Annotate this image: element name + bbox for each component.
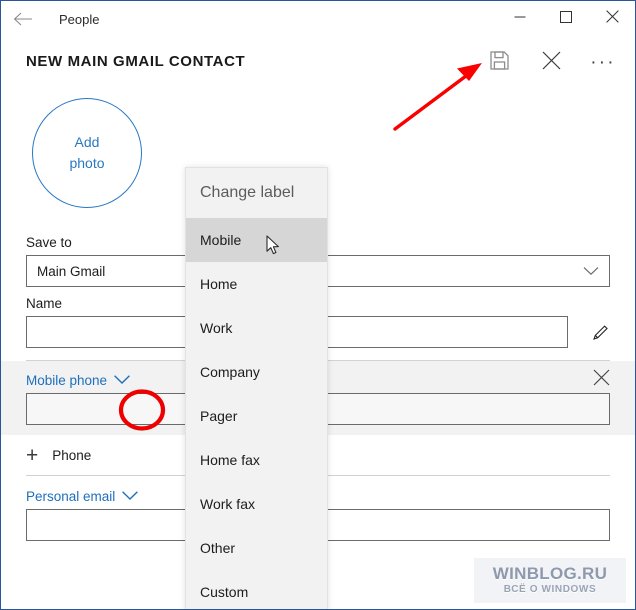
flyout-item-work-fax[interactable]: Work fax — [186, 482, 327, 526]
flyout-item-label: Other — [200, 540, 236, 556]
chevron-down-icon — [113, 373, 131, 388]
page-title: NEW MAIN GMAIL CONTACT — [26, 53, 246, 70]
chevron-down-icon — [121, 489, 139, 504]
add-photo-label-line1: Add — [74, 134, 100, 150]
flyout-item-company[interactable]: Company — [186, 350, 327, 394]
watermark: WINBLOG.RU ВСЁ О WINDOWS — [474, 558, 626, 603]
flyout-item-label: Custom — [200, 584, 249, 600]
close-icon — [605, 10, 619, 28]
people-app-window: People NEW MAIN GMAIL CONTACT ··· Add ph… — [0, 0, 636, 610]
maximize-button[interactable] — [543, 1, 589, 37]
personal-email-label: Personal email — [26, 489, 116, 504]
flyout-item-label: Home — [200, 276, 238, 292]
flyout-item-label: Work — [200, 320, 233, 336]
add-photo-label-line2: photo — [69, 155, 105, 171]
save-floppy-icon — [489, 51, 509, 75]
flyout-item-home[interactable]: Home — [186, 262, 327, 306]
close-x-icon — [593, 369, 610, 390]
mouse-cursor-icon — [266, 235, 282, 262]
title-bar: People — [1, 1, 635, 37]
more-ellipsis-icon: ··· — [590, 52, 616, 73]
flyout-item-label: Work fax — [200, 496, 255, 512]
pencil-edit-icon[interactable] — [591, 323, 610, 347]
flyout-item-other[interactable]: Other — [186, 526, 327, 570]
watermark-line2: ВСЁ О WINDOWS — [503, 584, 597, 595]
flyout-item-pager[interactable]: Pager — [186, 394, 327, 438]
save-button[interactable] — [473, 40, 525, 86]
back-arrow-icon — [13, 12, 33, 26]
back-button[interactable] — [1, 1, 45, 37]
flyout-item-custom[interactable]: Custom — [186, 570, 327, 609]
remove-mobile-phone-button[interactable] — [593, 369, 610, 391]
flyout-item-work[interactable]: Work — [186, 306, 327, 350]
app-title: People — [59, 11, 100, 27]
cancel-button[interactable] — [525, 40, 577, 86]
personal-email-label-button[interactable]: Personal email — [26, 485, 139, 509]
chevron-down-icon — [583, 256, 599, 286]
add-photo-button[interactable]: Add photo — [32, 98, 142, 208]
maximize-icon — [560, 10, 572, 28]
flyout-item-home-fax[interactable]: Home fax — [186, 438, 327, 482]
close-x-icon — [542, 51, 561, 75]
flyout-item-label: Home fax — [200, 452, 260, 468]
flyout-title: Change label — [200, 184, 295, 201]
window-controls — [497, 1, 635, 37]
minimize-button[interactable] — [497, 1, 543, 37]
command-bar-actions: ··· — [473, 37, 629, 89]
mobile-phone-label-button[interactable]: Mobile phone — [26, 369, 131, 393]
flyout-item-mobile[interactable]: Mobile — [186, 218, 327, 262]
add-phone-label: Phone — [52, 448, 92, 463]
save-to-value: Main Gmail — [37, 263, 106, 279]
flyout-item-label: Mobile — [200, 232, 242, 248]
mobile-phone-label: Mobile phone — [26, 373, 108, 388]
watermark-line1: WINBLOG.RU — [492, 564, 608, 583]
plus-icon: + — [26, 443, 39, 467]
command-bar: NEW MAIN GMAIL CONTACT ··· — [1, 37, 635, 89]
minimize-icon — [514, 10, 526, 28]
close-window-button[interactable] — [589, 1, 635, 37]
flyout-item-label: Company — [200, 364, 260, 380]
more-options-button[interactable]: ··· — [577, 40, 629, 86]
flyout-item-label: Pager — [200, 408, 238, 424]
change-label-flyout: Change label Mobile Home Work Company Pa… — [185, 167, 328, 609]
